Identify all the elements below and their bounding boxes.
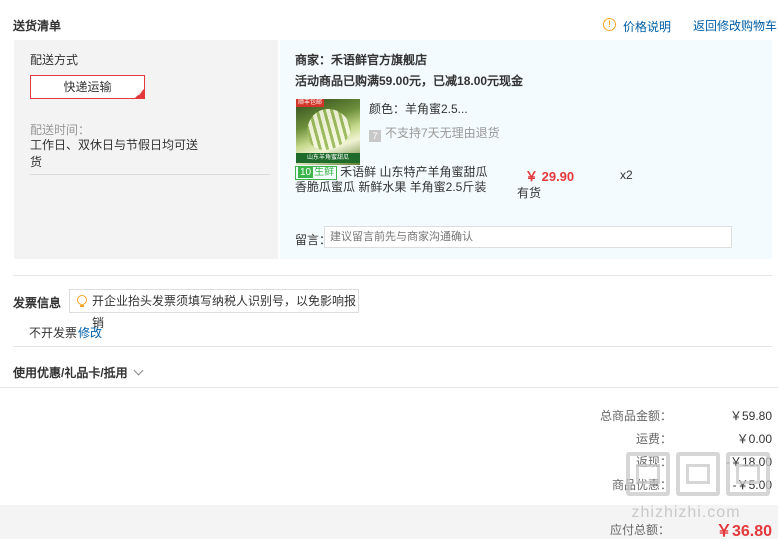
invoice-edit-link[interactable]: 修改 <box>78 324 102 341</box>
invoice-tip: 开企业抬头发票须填写纳税人识别号，以免影响报销 <box>69 289 359 330</box>
lightbulb-icon <box>77 295 87 307</box>
summary-row-subtotal: 总商品金额： ￥59.80 <box>0 407 778 423</box>
fresh-badge-text: 生鲜 <box>314 167 335 178</box>
chevron-down-icon <box>133 365 144 376</box>
total-bar: 应付总额： ￥36.80 <box>0 505 778 540</box>
delivery-time-label: 配送时间： <box>30 123 91 137</box>
no-return-text: 不支持7天无理由退货 <box>385 126 500 140</box>
product-price: ￥ 29.90 <box>525 169 575 184</box>
no-return-notice: 7 不支持7天无理由退货 <box>369 124 500 142</box>
product-image-tag: 顺丰包邮 <box>296 99 325 107</box>
order-panel: 商家：禾语鲜官方旗舰店 活动商品已购满59.00元，已减18.00元现金 顺丰包… <box>280 40 772 259</box>
summary-row-discount: 商品优惠： -￥5.00 <box>0 476 778 492</box>
discount-value: -￥5.00 <box>732 478 772 492</box>
invoice-status: 不开发票 <box>29 326 78 340</box>
summary-row-shipping: 运费： ￥0.00 <box>0 430 778 446</box>
invoice-tip-text: 开企业抬头发票须填写纳税人识别号，以免影响报销 <box>92 294 357 330</box>
shipping-fee-label: 运费： <box>635 432 672 446</box>
section-divider-3 <box>0 387 778 388</box>
page-title: 送货清单 <box>13 19 62 33</box>
section-divider-2 <box>13 346 772 347</box>
promo-text: 活动商品已购满59.00元，已减18.00元现金 <box>295 74 524 88</box>
product-image-banner: 山东羊角蜜甜瓜 <box>296 153 360 163</box>
delivery-divider <box>30 174 270 175</box>
section-divider-1 <box>13 275 772 276</box>
melon-graphic <box>299 101 357 157</box>
product-title-block: 10 生鲜 禾语鲜 山东特产羊角蜜甜瓜香脆瓜蜜瓜 新鲜水果 羊角蜜2.5斤装 <box>295 165 490 195</box>
info-icon[interactable]: ! <box>603 18 616 31</box>
coupon-label: 使用优惠/礼品卡/抵用 <box>13 366 128 380</box>
total-value: ￥36.80 <box>715 523 772 540</box>
express-shipping-label: 快递运输 <box>63 80 112 94</box>
fresh-badge: 10 生鲜 <box>295 166 338 180</box>
cashback-label: 返现： <box>635 455 672 469</box>
fresh-badge-dot: 10 <box>298 167 314 178</box>
total-label: 应付总额： <box>609 523 670 537</box>
product-quantity: x2 <box>620 168 633 182</box>
no-return-icon: 7 <box>369 130 381 142</box>
summary-row-cashback: 返现： -￥18.00 <box>0 453 778 469</box>
product-image[interactable]: 顺丰包邮 山东羊角蜜甜瓜 <box>296 99 360 165</box>
delivery-time-value: 工作日、双休日与节假日均可送货 <box>30 138 199 169</box>
shipping-fee-value: ￥0.00 <box>736 432 772 446</box>
product-color: 颜色：羊角蜜2.5... <box>369 102 468 116</box>
subtotal-value: ￥59.80 <box>729 409 772 423</box>
price-info-link[interactable]: 价格说明 <box>623 18 671 35</box>
check-icon: ✓ <box>137 91 143 98</box>
coupon-toggle[interactable]: 使用优惠/礼品卡/抵用 <box>13 364 144 381</box>
express-shipping-button[interactable]: 快递运输 ✓ <box>30 75 145 99</box>
merchant-name: 商家：禾语鲜官方旗舰店 <box>295 53 428 67</box>
stock-status: 有货 <box>517 186 542 200</box>
discount-label: 商品优惠： <box>611 478 672 492</box>
delivery-panel: 配送方式 快递运输 ✓ 配送时间： 工作日、双休日与节假日均可送货 <box>14 40 278 259</box>
cashback-value: -￥18.00 <box>725 455 772 469</box>
note-input[interactable] <box>324 226 732 248</box>
back-to-cart-link[interactable]: 返回修改购物车 <box>693 17 777 34</box>
invoice-label: 发票信息 <box>13 296 62 310</box>
delivery-method-label: 配送方式 <box>30 53 79 67</box>
subtotal-label: 总商品金额： <box>599 409 672 423</box>
